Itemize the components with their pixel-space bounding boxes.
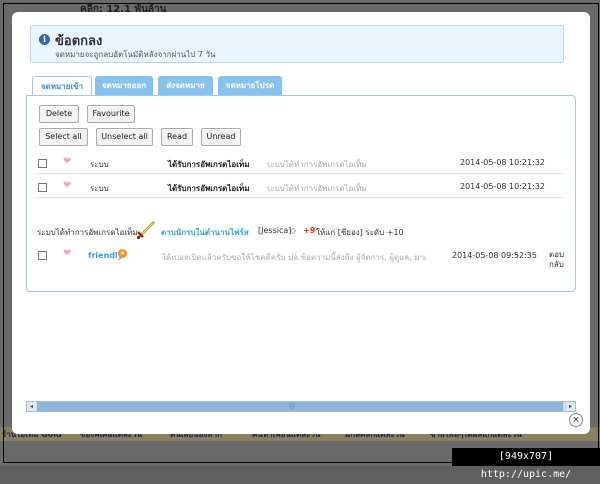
announcement-prefix: ระบบได้ทำการอัพเกรดไอเท็ม bbox=[37, 228, 138, 237]
tab-send[interactable]: ส่งจดหมาย bbox=[158, 76, 213, 95]
read-button[interactable]: Read bbox=[161, 128, 193, 146]
favourite-button[interactable]: Favourite bbox=[87, 105, 135, 123]
message-checkbox[interactable] bbox=[38, 251, 47, 260]
scroll-right-icon[interactable]: ▸ bbox=[566, 402, 575, 411]
tab-inbox[interactable]: จดหมายเข้า bbox=[32, 76, 92, 97]
message-row[interactable]: ❤ ระบบ ได้รับการอัพเกรดไอเท็ม ระบบได้ทำก… bbox=[35, 177, 565, 198]
sword-icon bbox=[136, 221, 155, 240]
message-row[interactable]: ❤ friendly ★ ได้เบอลเปิดแล้วครับขอให้โชค… bbox=[35, 246, 565, 272]
message-preview: ระบบได้ทำการอัพเกรดไอเท็ม bbox=[266, 184, 367, 193]
message-date: 2014-05-08 10:21:32 bbox=[460, 158, 545, 167]
message-subject[interactable]: ได้รับการอัพเกรดไอเท็ม bbox=[168, 182, 249, 195]
message-date: 2014-05-08 09:52:35 bbox=[452, 251, 537, 260]
message-row[interactable]: ❤ ระบบ ได้รับการอัพเกรดไอเท็ม ระบบได้ทำก… bbox=[35, 153, 565, 174]
unselect-all-button[interactable]: Unselect all bbox=[96, 128, 153, 146]
upgrade-plus: +9 bbox=[303, 226, 316, 235]
item-name[interactable]: ดาบนักรบในตำนานไฟร์ส bbox=[161, 226, 249, 239]
message-sender: ระบบ bbox=[90, 184, 109, 193]
message-checkbox[interactable] bbox=[38, 183, 47, 192]
info-icon: i bbox=[39, 34, 50, 45]
gem-icon: ◇ bbox=[290, 226, 297, 235]
horizontal-scrollbar[interactable]: ◂ ||| ▸ bbox=[26, 401, 576, 412]
message-sender: ระบบ bbox=[90, 160, 109, 169]
close-button[interactable]: × bbox=[569, 413, 583, 427]
message-preview: ได้เบอลเปิดแล้วครับขอให้โชคดีครับ ปล.ข้อ… bbox=[162, 253, 427, 262]
heart-icon[interactable]: ❤ bbox=[63, 156, 71, 167]
upgrade-announcement: ระบบได้ทำการอัพเกรดไอเท็ม ดาบนักรบในตำนา… bbox=[35, 221, 565, 240]
item-owner: [Jessica] bbox=[258, 226, 292, 235]
inbox-panel: Delete Favourite Select all Unselect all… bbox=[26, 95, 576, 292]
notice-box: i ข้อตกลง จดหมายจะถูกลบอัตโนมัติหลังจากผ… bbox=[30, 25, 564, 63]
message-checkbox[interactable] bbox=[38, 159, 47, 168]
star-badge-icon: ★ bbox=[118, 249, 127, 258]
message-preview: ระบบได้ทำการอัพเกรดไอเท็ม bbox=[266, 160, 367, 169]
tab-outbox[interactable]: จดหมายออก bbox=[95, 76, 153, 95]
tab-favourites[interactable]: จดหมายโปรด bbox=[218, 76, 282, 95]
select-all-button[interactable]: Select all bbox=[39, 128, 88, 146]
mailbox-dialog: i ข้อตกลง จดหมายจะถูกลบอัตโนมัติหลังจากผ… bbox=[12, 12, 590, 434]
delete-button[interactable]: Delete bbox=[39, 105, 79, 123]
scroll-left-icon[interactable]: ◂ bbox=[27, 402, 36, 411]
message-date: 2014-05-08 10:21:32 bbox=[460, 182, 545, 191]
scrollbar-grip-icon: ||| bbox=[289, 403, 296, 410]
scrollbar-thumb[interactable] bbox=[37, 402, 563, 411]
watermark: [949x707] http://upic.me/ bbox=[452, 448, 600, 480]
message-subject[interactable]: ได้รับการอัพเกรดไอเท็ม bbox=[168, 158, 249, 171]
upgrade-rest: ให้แก่ [ชียอง] ระดับ +10 bbox=[316, 228, 404, 237]
reply-link[interactable]: ตอบกลับ bbox=[549, 250, 567, 270]
unread-button[interactable]: Unread bbox=[201, 128, 241, 146]
notice-subtitle: จดหมายจะถูกลบอัตโนมัติหลังจากผ่านไป 7 วั… bbox=[55, 50, 216, 59]
heart-icon[interactable]: ❤ bbox=[63, 180, 71, 191]
heart-icon[interactable]: ❤ bbox=[63, 248, 71, 259]
